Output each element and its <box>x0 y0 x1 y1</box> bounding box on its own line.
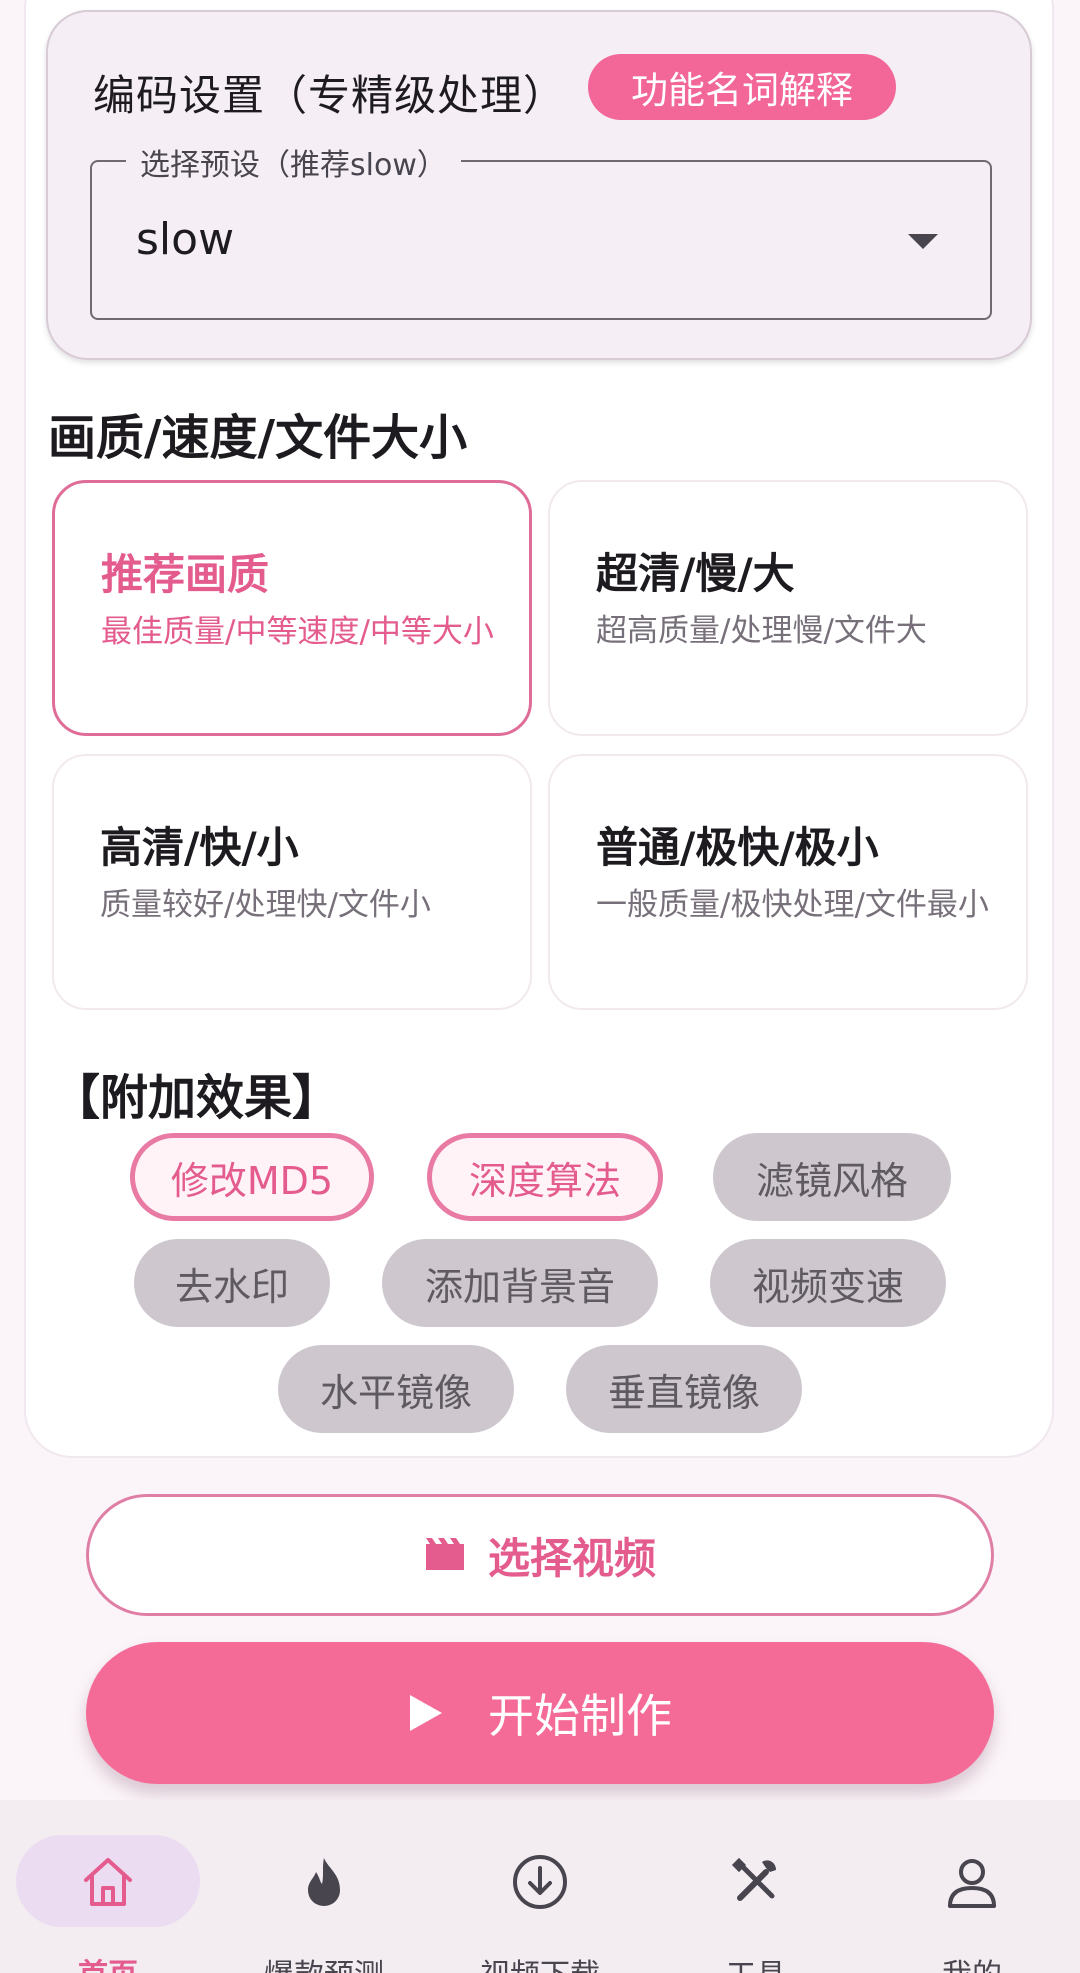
nav-label: 首页 <box>0 1950 216 1973</box>
effect-chip-vertical-mirror[interactable]: 垂直镜像 <box>566 1345 802 1433</box>
quality-option-desc: 一般质量/极快处理/文件最小 <box>596 887 989 923</box>
quality-option-desc: 最佳质量/中等速度/中等大小 <box>101 614 494 650</box>
glossary-button[interactable]: 功能名词解释 <box>588 54 896 120</box>
select-video-button[interactable]: 选择视频 <box>86 1494 994 1616</box>
preset-select-value: slow <box>136 214 235 265</box>
encode-settings-card: 编码设置（专精级处理） 功能名词解释 选择预设（推荐slow） slow <box>46 10 1032 360</box>
effect-chip-bgm[interactable]: 添加背景音 <box>382 1239 658 1327</box>
quality-option-ultra[interactable]: 超清/慢/大 超高质量/处理慢/文件大 <box>548 480 1028 736</box>
home-icon <box>84 1858 132 1906</box>
start-label: 开始制作 <box>488 1689 672 1743</box>
download-icon <box>513 1855 567 1909</box>
quality-option-desc: 质量较好/处理快/文件小 <box>100 887 431 923</box>
effect-chip-deep-algorithm[interactable]: 深度算法 <box>427 1133 663 1221</box>
effect-chip-horizontal-mirror[interactable]: 水平镜像 <box>278 1345 514 1433</box>
quality-option-hd[interactable]: 高清/快/小 质量较好/处理快/文件小 <box>52 754 532 1010</box>
quality-section-title: 画质/速度/文件大小 <box>48 410 468 466</box>
nav-label: 视频下载 <box>432 1950 648 1973</box>
quality-option-title: 普通/极快/极小 <box>596 823 879 872</box>
start-button[interactable]: 开始制作 <box>86 1642 994 1784</box>
quality-option-title: 高清/快/小 <box>100 823 299 872</box>
nav-label: 我的 <box>864 1950 1080 1973</box>
quality-option-normal[interactable]: 普通/极快/极小 一般质量/极快处理/文件最小 <box>548 754 1028 1010</box>
quality-option-title: 推荐画质 <box>101 550 270 599</box>
quality-option-title: 超清/慢/大 <box>596 549 795 598</box>
nav-item-download[interactable]: 视频下载 <box>432 1800 648 1973</box>
nav-label: 工具 <box>648 1950 864 1973</box>
nav-item-tools[interactable]: 工具 <box>648 1800 864 1973</box>
dropdown-arrow-icon[interactable] <box>908 234 938 249</box>
user-icon <box>948 1859 996 1908</box>
nav-label: 爆款预测 <box>216 1950 432 1973</box>
bottom-navigation: 首页 爆款预测 视频下载 工具 我的 <box>0 1800 1080 1973</box>
effect-chip-speed[interactable]: 视频变速 <box>710 1239 946 1327</box>
play-icon <box>410 1695 442 1731</box>
tools-icon <box>731 1857 776 1901</box>
effect-chip-filter[interactable]: 滤镜风格 <box>713 1133 951 1221</box>
nav-item-home[interactable]: 首页 <box>0 1800 216 1973</box>
nav-item-trending[interactable]: 爆款预测 <box>216 1800 432 1973</box>
nav-item-profile[interactable]: 我的 <box>864 1800 1080 1973</box>
effects-section-title: 【附加效果】 <box>52 1070 341 1126</box>
effect-chip-md5[interactable]: 修改MD5 <box>130 1133 374 1221</box>
quality-option-recommended[interactable]: 推荐画质 最佳质量/中等速度/中等大小 <box>52 480 532 736</box>
clapperboard-icon <box>425 1538 464 1570</box>
fire-icon <box>308 1858 340 1906</box>
preset-select[interactable]: 选择预设（推荐slow） slow <box>90 140 992 320</box>
preset-select-label: 选择预设（推荐slow） <box>126 140 461 184</box>
encode-title: 编码设置（专精级处理） <box>93 71 567 120</box>
effect-chip-remove-watermark[interactable]: 去水印 <box>134 1239 330 1327</box>
quality-option-desc: 超高质量/处理慢/文件大 <box>596 613 927 649</box>
select-video-label: 选择视频 <box>487 1533 656 1583</box>
